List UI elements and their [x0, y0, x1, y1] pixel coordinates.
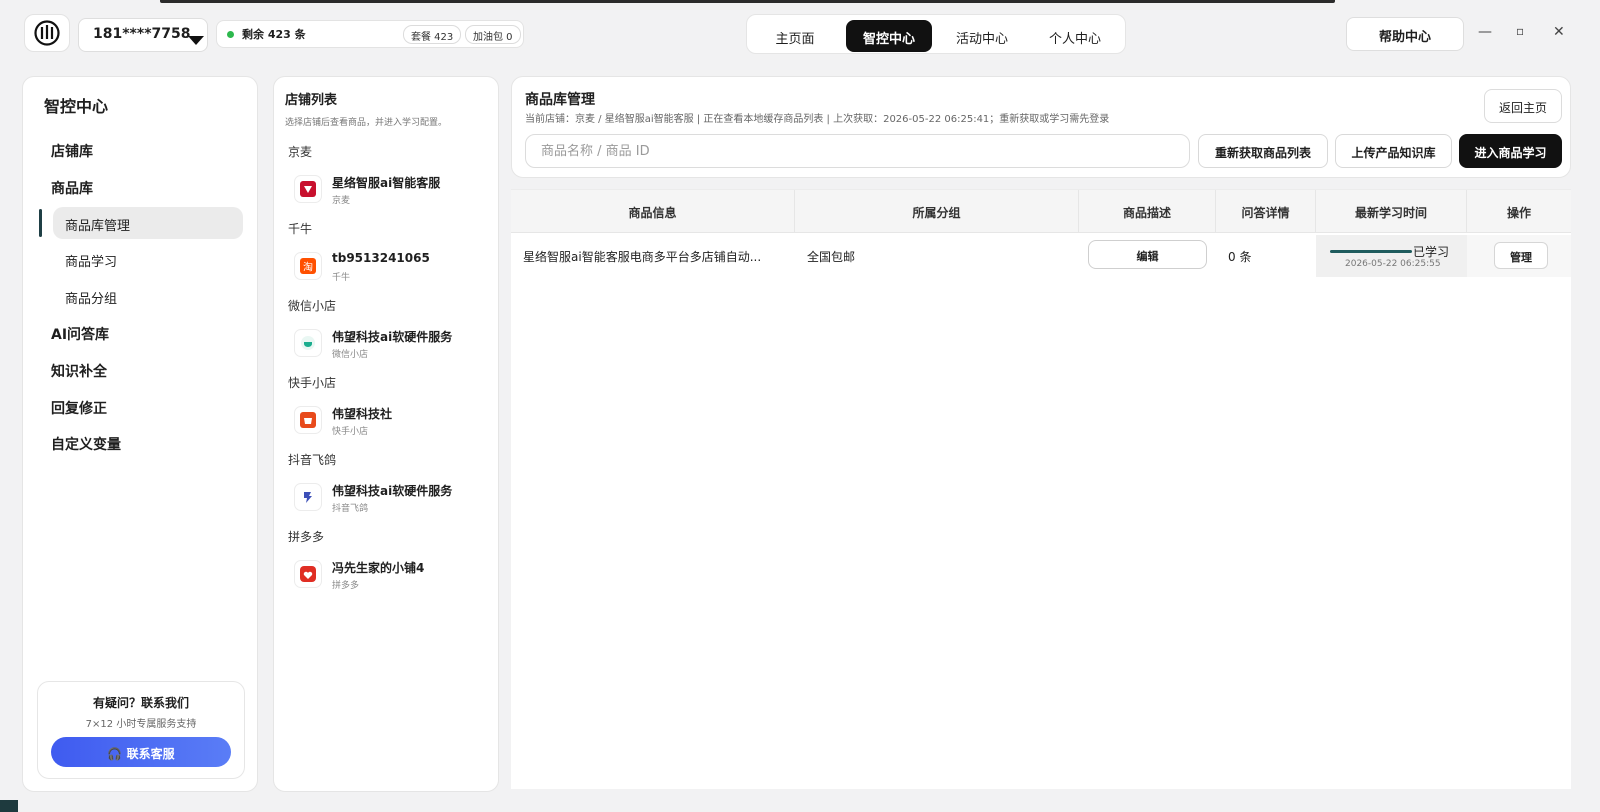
quota-remaining: 剩余 423 条	[242, 28, 306, 41]
shop-list-title: 店铺列表	[285, 93, 338, 108]
close-icon[interactable]: ✕	[1553, 24, 1565, 40]
learning-time: 2026-05-22 06:25:55	[1345, 259, 1441, 269]
sidebar-item-knowledge[interactable]: 知识补全	[51, 361, 107, 381]
sidebar-title: 智控中心	[44, 97, 109, 116]
refresh-products-button[interactable]: 重新获取商品列表	[1198, 134, 1328, 168]
product-table: 商品信息 所属分组 商品描述 问答详情 最新学习时间 操作 星络智服ai智能客服…	[511, 189, 1571, 789]
shop-name[interactable]: tb9513241065	[332, 251, 430, 265]
column-header: 商品描述	[1079, 190, 1216, 233]
shop-name[interactable]: 伟望科技社	[332, 405, 392, 422]
enter-learning-button[interactable]: 进入商品学习	[1459, 134, 1562, 168]
kuaishou-icon	[294, 406, 322, 434]
platform-label: 千牛	[288, 222, 313, 236]
pdd-icon	[294, 560, 322, 588]
contact-title: 有疑问？联系我们	[92, 696, 189, 710]
app-logo	[24, 14, 70, 52]
addon-badge: 加油包 0	[465, 25, 521, 44]
shop-platform: 微信小店	[332, 350, 369, 360]
status-dot-icon	[227, 30, 234, 38]
tab-profile[interactable]: 个人中心	[1037, 20, 1113, 52]
account-selector[interactable]: 181****7758	[78, 18, 208, 52]
learning-progress-bar	[1330, 250, 1412, 253]
shop-list-desc: 选择店铺后查看商品，并进入学习配置。	[285, 118, 448, 128]
wechat-shop-icon	[294, 329, 322, 357]
column-header: 最新学习时间	[1316, 190, 1467, 233]
taobao-icon: 淘	[294, 252, 322, 280]
tab-home[interactable]: 主页面	[759, 20, 831, 52]
quota-panel: 剩余 423 条 套餐 423 加油包 0	[216, 20, 524, 48]
contact-support-button[interactable]: 🎧 联系客服	[51, 737, 231, 767]
contact-support-label: 联系客服	[126, 747, 175, 761]
shop-name[interactable]: 伟望科技ai软硬件服务	[332, 328, 452, 345]
platform-label: 京麦	[288, 145, 313, 159]
main-nav: 主页面 智控中心 活动中心 个人中心	[746, 14, 1126, 54]
product-group: 全国包邮	[807, 250, 856, 264]
shop-platform: 千牛	[332, 273, 351, 283]
product-library-header: 商品库管理 当前店铺：京麦 / 星络智服ai智能客服 | 正在查看本地缓存商品列…	[511, 76, 1571, 178]
platform-label: 抖音飞鸽	[288, 453, 337, 467]
sidebar: 智控中心 店铺库 商品库 商品库管理 商品学习 商品分组 AI问答库 知识补全 …	[22, 76, 258, 792]
sidebar-active-indicator	[39, 209, 42, 237]
shop-platform: 京麦	[332, 196, 351, 206]
learning-status: 已学习 2026-05-22 06:25:55	[1316, 235, 1467, 277]
plan-badge: 套餐 423	[403, 25, 462, 44]
upload-knowledge-button[interactable]: 上传产品知识库	[1335, 134, 1452, 168]
table-header: 商品信息 所属分组 商品描述 问答详情 最新学习时间 操作	[511, 189, 1571, 233]
jd-icon	[294, 175, 322, 203]
sidebar-item-product-management[interactable]: 商品库管理	[65, 215, 130, 234]
shop-platform: 抖音飞鸽	[332, 504, 369, 514]
sidebar-item-product-learning[interactable]: 商品学习	[65, 251, 117, 270]
svg-text:淘: 淘	[303, 261, 313, 274]
minimize-icon[interactable]: —	[1478, 24, 1492, 40]
contact-subtitle: 7×12 小时专属服务支持	[85, 719, 197, 730]
sidebar-item-reply-fix[interactable]: 回复修正	[51, 398, 107, 418]
tab-activity[interactable]: 活动中心	[945, 20, 1019, 52]
sidebar-item-product-groups[interactable]: 商品分组	[65, 288, 117, 307]
contact-card: 有疑问？联系我们 7×12 小时专属服务支持 🎧 联系客服	[37, 681, 245, 779]
platform-label: 拼多多	[288, 530, 325, 544]
shop-platform: 拼多多	[332, 581, 360, 591]
column-header: 操作	[1506, 206, 1531, 220]
page-title: 商品库管理	[525, 92, 595, 108]
shop-list-panel: 店铺列表 选择店铺后查看商品，并进入学习配置。 京麦 星络智服ai智能客服 京麦…	[273, 76, 499, 792]
column-header: 问答详情	[1216, 190, 1316, 233]
learning-status-label: 已学习	[1413, 245, 1450, 259]
chevron-down-icon[interactable]	[188, 36, 204, 45]
page-description: 当前店铺：京麦 / 星络智服ai智能客服 | 正在查看本地缓存商品列表 | 上次…	[525, 114, 1110, 125]
sidebar-item-variables[interactable]: 自定义变量	[51, 434, 121, 454]
sidebar-item-products[interactable]: 商品库	[51, 178, 93, 198]
back-home-button[interactable]: 返回主页	[1484, 89, 1562, 123]
product-info[interactable]: 星络智服ai智能客服电商多平台多店铺自动...	[523, 248, 761, 265]
edit-description-button[interactable]: 编辑	[1088, 240, 1207, 269]
shop-name[interactable]: 伟望科技ai软硬件服务	[332, 482, 452, 499]
sidebar-item-ai-qa[interactable]: AI问答库	[51, 324, 109, 344]
window-top-accent	[160, 0, 1335, 3]
sidebar-item-shops[interactable]: 店铺库	[51, 141, 93, 161]
account-number: 181****7758	[93, 26, 191, 42]
column-header: 所属分组	[795, 190, 1079, 233]
manage-button[interactable]: 管理	[1494, 242, 1548, 269]
platform-label: 快手小店	[288, 376, 337, 390]
maximize-icon[interactable]: ▫	[1516, 24, 1524, 38]
shop-name[interactable]: 冯先生家的小铺4	[332, 559, 424, 576]
column-header: 商品信息	[511, 190, 795, 233]
search-input[interactable]	[525, 134, 1190, 168]
shop-name[interactable]: 星络智服ai智能客服	[332, 174, 440, 191]
headset-icon: 🎧	[107, 747, 123, 761]
tab-control-center[interactable]: 智控中心	[846, 20, 932, 52]
shop-platform: 快手小店	[332, 427, 369, 437]
qa-count: 0 条	[1228, 250, 1252, 264]
platform-label: 微信小店	[288, 299, 337, 313]
douyin-icon	[294, 483, 322, 511]
help-center-button[interactable]: 帮助中心	[1346, 17, 1464, 51]
taskbar-corner	[0, 800, 18, 812]
